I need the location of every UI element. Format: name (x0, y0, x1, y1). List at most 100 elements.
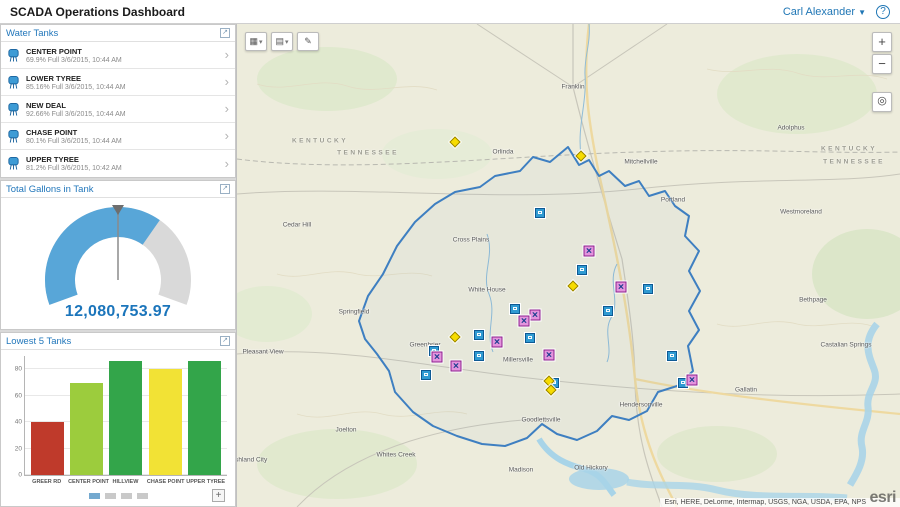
alert-diamond-marker[interactable] (449, 331, 461, 343)
alarm-marker[interactable]: ✕ (450, 360, 462, 372)
chevron-right-icon: › (224, 74, 229, 89)
chevron-right-icon: › (224, 128, 229, 143)
tank-marker[interactable] (510, 304, 520, 314)
tank-name: NEW DEAL (26, 100, 66, 110)
alarm-marker[interactable]: ✕ (615, 281, 627, 293)
tank-marker[interactable] (474, 351, 484, 361)
gauge-body: 12,080,753.97 (1, 198, 235, 329)
tank-marker[interactable] (421, 370, 431, 380)
gauge-panel-header: Total Gallons in Tank ↗ (1, 181, 235, 198)
chart-pager (88, 492, 148, 499)
water-tank-icon (8, 102, 19, 116)
tank-marker[interactable] (535, 208, 545, 218)
tank-list-item[interactable]: LOWER TYREE 85.16% Full 3/6/2015, 10:44 A… (1, 69, 235, 96)
alert-diamond-marker[interactable] (449, 136, 461, 148)
bookmarks-button[interactable]: ▤ ▾ (271, 32, 293, 51)
pager-dot[interactable] (88, 492, 100, 499)
tank-list-item[interactable]: NEW DEAL 92.66% Full 3/6/2015, 10:44 AM › (1, 96, 235, 123)
bar-category-label: CHASE POINT (146, 478, 185, 485)
lowest-tanks-panel-header: Lowest 5 Tanks ↗ (1, 333, 235, 350)
y-axis-tick: 80 (14, 365, 22, 373)
marker-layer: ✕ ✕ ✕ ✕ ✕ ✕ ✕ ✕ ✕ (237, 24, 900, 507)
tank-marker[interactable] (603, 306, 613, 316)
zoom-out-button[interactable]: − (872, 54, 892, 74)
expand-panel-icon[interactable]: ↗ (220, 336, 230, 346)
esri-logo: esri (869, 489, 897, 506)
map[interactable]: Franklin Adolphus Orlinda Mitchellville Port… (237, 24, 900, 507)
bar-category-label: CENTER POINT (68, 478, 110, 485)
tank-status: 69.9% Full 3/6/2015, 10:44 AM (26, 56, 122, 64)
app-header: SCADA Operations Dashboard Carl Alexande… (0, 0, 900, 24)
caret-down-icon: ▾ (259, 38, 263, 46)
y-axis-tick: 20 (14, 445, 22, 453)
draw-button[interactable]: ✎ (297, 32, 319, 51)
bar (148, 369, 182, 475)
y-axis-tick: 60 (14, 392, 22, 400)
map-controls: + − ◎ (872, 32, 892, 112)
bar (109, 361, 143, 475)
expand-panel-icon[interactable]: ↗ (220, 184, 230, 194)
tank-list-item[interactable]: UPPER TYREE 81.2% Full 3/6/2015, 10:42 AM… (1, 150, 235, 177)
pager-dot[interactable] (104, 492, 116, 499)
draw-icon: ✎ (304, 36, 312, 46)
tank-marker[interactable] (525, 333, 535, 343)
alarm-marker[interactable]: ✕ (686, 374, 698, 386)
tank-status: 80.1% Full 3/6/2015, 10:44 AM (26, 137, 122, 145)
bar-category-label: HILLVIEW (112, 478, 139, 485)
water-tank-icon (8, 157, 19, 170)
sidebar: Water Tanks ↗ CENTER POINT 69.9% Full 3/6… (0, 24, 237, 507)
chart-footer: + (9, 487, 227, 504)
alarm-marker[interactable]: ✕ (518, 315, 530, 327)
tank-name: LOWER TYREE (26, 73, 82, 83)
gauge-panel: Total Gallons in Tank ↗ 12,080,753.97 (0, 180, 236, 330)
alert-diamond-marker[interactable] (567, 280, 579, 292)
bar-series (25, 356, 227, 475)
tank-marker[interactable] (667, 351, 677, 361)
zoom-in-button[interactable]: + (872, 32, 892, 52)
alert-diamond-marker[interactable] (575, 150, 587, 162)
bar-categories: GREER RD CENTER POINT HILLVIEW CHASE POINT U… (24, 476, 227, 487)
locate-button[interactable]: ◎ (872, 92, 892, 112)
bar (31, 422, 65, 475)
y-axis-tick: 40 (14, 418, 22, 426)
panel-title: Lowest 5 Tanks (6, 335, 72, 347)
map-toolbar: ▦ ▾ ▤ ▾ ✎ (245, 32, 319, 51)
chevron-right-icon: › (224, 101, 229, 116)
user-menu[interactable]: Carl Alexander ▼ (783, 6, 866, 18)
tank-status: 92.66% Full 3/6/2015, 10:44 AM (26, 110, 126, 118)
page-title: SCADA Operations Dashboard (10, 4, 185, 19)
tank-name: CENTER POINT (26, 46, 82, 56)
water-tank-list: CENTER POINT 69.9% Full 3/6/2015, 10:44 A… (1, 42, 235, 177)
tank-list-item[interactable]: CENTER POINT 69.9% Full 3/6/2015, 10:44 A… (1, 42, 235, 69)
tank-marker[interactable] (474, 330, 484, 340)
tank-list-item[interactable]: CHASE POINT 80.1% Full 3/6/2015, 10:44 AM… (1, 123, 235, 150)
tank-marker[interactable] (577, 265, 587, 275)
alarm-marker[interactable]: ✕ (543, 349, 555, 361)
alarm-marker[interactable]: ✕ (491, 336, 503, 348)
chart-expand-button[interactable]: + (212, 489, 225, 502)
expand-panel-icon[interactable]: ↗ (220, 28, 230, 38)
tank-marker[interactable] (643, 284, 653, 294)
caret-down-icon: ▾ (285, 38, 289, 46)
panel-title: Water Tanks (6, 27, 59, 39)
gauge-value: 12,080,753.97 (64, 303, 172, 320)
y-axis-tick: 0 (18, 471, 22, 479)
pager-dot[interactable] (136, 492, 148, 499)
pager-dot[interactable] (120, 492, 132, 499)
panel-title: Total Gallons in Tank (6, 183, 94, 195)
alarm-marker[interactable]: ✕ (431, 351, 443, 363)
map-attribution: Esri, HERE, DeLorme, Intermap, USGS, NGA… (659, 498, 900, 507)
basemap-gallery-button[interactable]: ▦ ▾ (245, 32, 267, 51)
water-tanks-panel: Water Tanks ↗ CENTER POINT 69.9% Full 3/6… (0, 24, 236, 178)
bookmarks-icon: ▤ (275, 36, 284, 46)
help-button[interactable]: ? (876, 4, 890, 19)
tank-status: 81.2% Full 3/6/2015, 10:42 AM (26, 165, 122, 172)
bar-category-label: GREER RD (32, 478, 62, 485)
bar-chart: 0 20 40 60 80 GREER RD CENTER POINT HILLVIEW CH… (1, 350, 235, 506)
tank-name: CHASE POINT (26, 127, 78, 137)
tank-name: UPPER TYREE (26, 155, 79, 164)
alarm-marker[interactable]: ✕ (529, 309, 541, 321)
bar (70, 382, 104, 475)
alarm-marker[interactable]: ✕ (583, 245, 595, 257)
user-name: Carl Alexander (782, 5, 856, 18)
